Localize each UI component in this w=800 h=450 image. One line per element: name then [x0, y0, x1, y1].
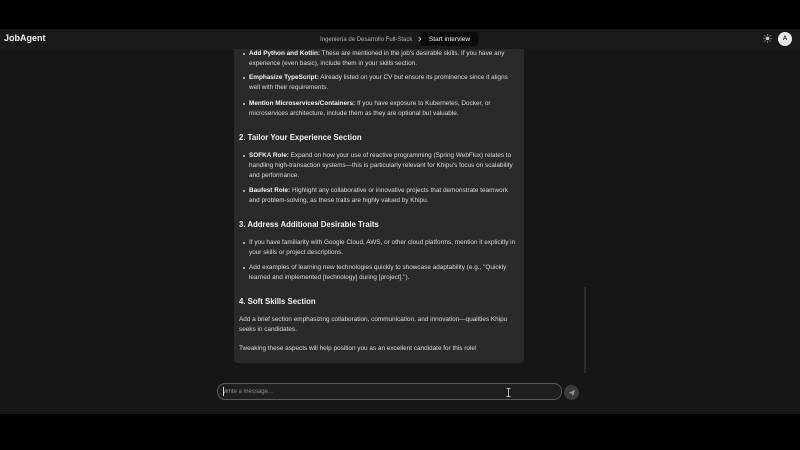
text-caret [223, 387, 224, 396]
top-bar: JobAgent Ingeniería de Desarrollo Full-S… [0, 29, 800, 49]
assistant-message: Add Python and Kotlin: These are mention… [234, 49, 524, 363]
section-heading: 4. Soft Skills Section [239, 297, 316, 306]
bullet-bold: Baufest Role: [249, 187, 291, 194]
bullet-bold: SOFKA Role: [249, 152, 289, 159]
section-heading: 2. Tailor Your Experience Section [239, 133, 362, 142]
list-item: If you have familiarity with Google Clou… [243, 238, 518, 258]
app-window: JobAgent Ingeniería de Desarrollo Full-S… [0, 29, 800, 414]
list-item: Add Python and Kotlin: These are mention… [243, 49, 518, 69]
tab-label: Ingeniería de Desarrollo Full-Stack [320, 36, 413, 43]
scrollbar[interactable] [584, 287, 586, 373]
section-heading: 3. Address Additional Desirable Traits [239, 220, 379, 229]
start-interview-button[interactable]: Start interview [421, 32, 478, 46]
list-item: Baufest Role: Highlight any collaborativ… [243, 186, 518, 206]
bullet-text: If you have familiarity with Google Clou… [249, 239, 516, 256]
send-icon [568, 389, 575, 396]
message-input[interactable] [223, 387, 523, 397]
send-button[interactable] [564, 385, 579, 400]
avatar[interactable]: A [778, 32, 792, 46]
bullet-text: Expand on how your use of reactive progr… [249, 152, 513, 179]
list-item: Emphasize TypeScript: Already listed on … [243, 73, 518, 93]
list-item: Add examples of learning new technologie… [243, 263, 518, 283]
app-logo[interactable]: JobAgent [4, 33, 46, 43]
message-composer[interactable] [217, 383, 562, 400]
sun-icon[interactable] [763, 34, 772, 43]
tab-job-posting[interactable]: Ingeniería de Desarrollo Full-Stack ✕ [320, 33, 424, 46]
bullet-text: Add examples of learning new technologie… [249, 264, 507, 281]
closing-paragraph: Tweaking these aspects will help positio… [239, 345, 477, 352]
paragraph: Add a brief section emphasizing collabor… [239, 316, 508, 333]
bullet-bold: Emphasize TypeScript: [249, 74, 319, 81]
bullet-bold: Mention Microservices/Containers: [249, 100, 356, 107]
list-item: SOFKA Role: Expand on how your use of re… [243, 151, 518, 181]
list-item: Mention Microservices/Containers: If you… [243, 99, 518, 119]
text-cursor-icon [506, 388, 511, 397]
bullet-bold: Add Python and Kotlin: [249, 50, 320, 57]
